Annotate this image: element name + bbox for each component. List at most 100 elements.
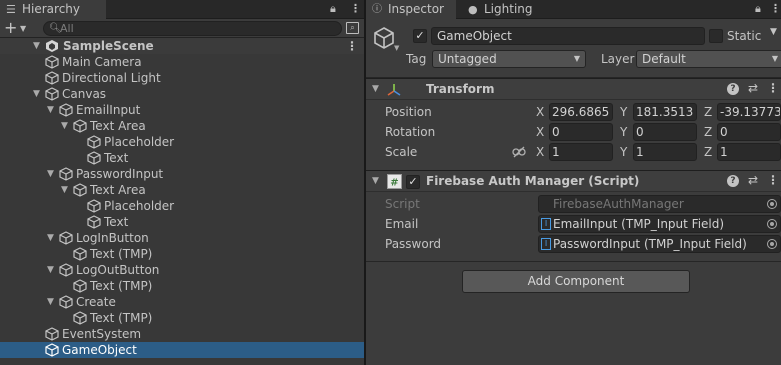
- hierarchy-tabbar: ☰ Hierarchy 🔒︎ ⋮: [0, 0, 364, 19]
- gameobject-cube-icon[interactable]: [372, 26, 396, 50]
- hierarchy-item[interactable]: Text (TMP): [0, 310, 364, 326]
- hierarchy-item[interactable]: EventSystem: [0, 326, 364, 342]
- tab-hierarchy[interactable]: ☰ Hierarchy: [0, 0, 106, 19]
- search-by-type-icon[interactable]: ⌕: [346, 22, 359, 34]
- scale-y-field[interactable]: 1: [633, 143, 697, 161]
- lock-icon[interactable]: 🔒︎: [330, 2, 336, 18]
- axis-y-label[interactable]: Y: [620, 105, 627, 119]
- help-icon[interactable]: ?: [727, 83, 739, 95]
- email-object-field[interactable]: I EmailInput (TMP_Input Field): [538, 215, 781, 233]
- scale-x-field[interactable]: 1: [549, 143, 613, 161]
- hierarchy-item-label: Text (TMP): [90, 311, 153, 325]
- position-z-field[interactable]: -39.13773: [717, 103, 781, 121]
- hierarchy-item[interactable]: Placeholder: [0, 198, 364, 214]
- axis-z-label[interactable]: Z: [704, 125, 712, 139]
- hierarchy-item[interactable]: Text (TMP): [0, 246, 364, 262]
- info-icon: ⓘ: [372, 4, 382, 15]
- axis-y-label[interactable]: Y: [620, 145, 627, 159]
- gameobject-header: ▼ ✓ GameObject Static ▼ Tag Untagged ▼ L…: [366, 20, 781, 78]
- axis-x-label[interactable]: X: [536, 125, 544, 139]
- position-x-field[interactable]: 296.6865: [549, 103, 613, 121]
- expand-arrow-icon[interactable]: ▼: [33, 38, 40, 54]
- object-picker-icon[interactable]: [767, 219, 777, 229]
- hierarchy-item-label: Text: [104, 215, 129, 229]
- hierarchy-item[interactable]: Directional Light: [0, 70, 364, 86]
- static-checkbox[interactable]: [709, 29, 723, 43]
- expand-arrow-icon[interactable]: ▼: [47, 102, 54, 118]
- axis-x-label[interactable]: X: [536, 105, 544, 119]
- scene-menu-icon[interactable]: ⋮: [346, 38, 358, 54]
- hierarchy-item[interactable]: ▼ Canvas: [0, 86, 364, 102]
- hierarchy-search-input[interactable]: [60, 22, 330, 35]
- expand-arrow-icon[interactable]: ▼: [33, 86, 40, 102]
- expand-arrow-icon[interactable]: ▼: [47, 166, 54, 182]
- gameobject-cube-icon: [73, 311, 87, 325]
- icon-dropdown-arrow-icon[interactable]: ▼: [394, 44, 399, 52]
- tab-inspector[interactable]: ⓘ Inspector: [366, 0, 456, 19]
- presets-icon[interactable]: ⇄: [748, 173, 758, 187]
- hierarchy-item[interactable]: ▼ EmailInput: [0, 102, 364, 118]
- tab-inspector-label: Inspector: [388, 2, 444, 16]
- axis-x-label[interactable]: X: [536, 145, 544, 159]
- object-picker-icon[interactable]: [767, 239, 777, 249]
- expand-arrow-icon[interactable]: ▼: [47, 262, 54, 278]
- password-value: PasswordInput (TMP_Input Field): [553, 237, 747, 251]
- hierarchy-item[interactable]: ▼ LogInButton: [0, 230, 364, 246]
- scene-row[interactable]: ▼ SampleScene ⋮: [0, 38, 364, 54]
- expand-arrow-icon[interactable]: ▼: [47, 294, 54, 310]
- rotation-z-field[interactable]: 0: [717, 123, 781, 141]
- active-checkbox[interactable]: ✓: [413, 29, 427, 43]
- axis-z-label[interactable]: Z: [704, 145, 712, 159]
- hierarchy-item[interactable]: ▼ Create: [0, 294, 364, 310]
- position-y-field[interactable]: 181.3513: [633, 103, 697, 121]
- expand-arrow-icon[interactable]: ▼: [47, 230, 54, 246]
- hierarchy-item[interactable]: Main Camera: [0, 54, 364, 70]
- gameobject-name-field[interactable]: GameObject: [431, 27, 705, 45]
- hierarchy-search[interactable]: 🔍︎: [43, 21, 342, 36]
- hierarchy-item[interactable]: Text (TMP): [0, 278, 364, 294]
- expand-arrow-icon[interactable]: ▼: [61, 182, 68, 198]
- panel-menu-icon[interactable]: ⋮: [770, 2, 781, 18]
- lock-icon[interactable]: 🔒︎: [755, 2, 761, 18]
- create-dropdown-arrow-icon[interactable]: ▼: [20, 20, 26, 38]
- chevron-down-icon: ▼: [573, 54, 580, 63]
- gameobject-cube-icon: [59, 231, 73, 245]
- create-plus-icon[interactable]: +: [4, 19, 17, 37]
- script-enabled-checkbox[interactable]: ✓: [406, 175, 420, 189]
- hierarchy-item[interactable]: GameObject: [0, 342, 364, 358]
- add-component-button[interactable]: Add Component: [462, 270, 690, 293]
- rotation-x-field[interactable]: 0: [549, 123, 613, 141]
- constrain-proportions-icon[interactable]: [512, 146, 526, 158]
- hierarchy-item[interactable]: ▼ Text Area: [0, 118, 364, 134]
- rotation-y-field[interactable]: 0: [633, 123, 697, 141]
- password-object-field[interactable]: I PasswordInput (TMP_Input Field): [538, 235, 781, 253]
- layer-dropdown[interactable]: Default ▼: [636, 50, 781, 68]
- axis-y-label[interactable]: Y: [620, 125, 627, 139]
- scale-z-field[interactable]: 1: [717, 143, 781, 161]
- collapse-arrow-icon[interactable]: ▼: [372, 176, 379, 186]
- component-menu-icon[interactable]: ⋮: [767, 81, 779, 95]
- tab-lighting[interactable]: ● Lighting: [462, 0, 542, 19]
- panel-menu-icon[interactable]: ⋮: [350, 2, 361, 18]
- presets-icon[interactable]: ⇄: [748, 81, 758, 95]
- hierarchy-item[interactable]: ▼ Text Area: [0, 182, 364, 198]
- gameobject-cube-icon: [59, 103, 73, 117]
- hierarchy-item[interactable]: Text: [0, 150, 364, 166]
- component-menu-icon[interactable]: ⋮: [767, 173, 779, 187]
- tag-dropdown[interactable]: Untagged ▼: [432, 50, 586, 68]
- script-component-header[interactable]: ▼ # ✓ Firebase Auth Manager (Script) ? ⇄…: [366, 170, 781, 192]
- expand-arrow-icon[interactable]: ▼: [61, 118, 68, 134]
- svg-text:#: #: [390, 178, 398, 189]
- email-label: Email: [385, 217, 419, 231]
- hierarchy-item[interactable]: Placeholder: [0, 134, 364, 150]
- axis-z-label[interactable]: Z: [704, 105, 712, 119]
- gameobject-cube-icon: [59, 167, 73, 181]
- hierarchy-item[interactable]: ▼ PasswordInput: [0, 166, 364, 182]
- hierarchy-item[interactable]: ▼ LogOutButton: [0, 262, 364, 278]
- hierarchy-item[interactable]: Text: [0, 214, 364, 230]
- help-icon[interactable]: ?: [727, 175, 739, 187]
- static-dropdown-arrow-icon[interactable]: ▼: [770, 27, 777, 37]
- hierarchy-item-label: Placeholder: [104, 135, 175, 149]
- collapse-arrow-icon[interactable]: ▼: [372, 84, 379, 94]
- transform-header[interactable]: ▼ Transform ? ⇄ ⋮: [366, 78, 781, 100]
